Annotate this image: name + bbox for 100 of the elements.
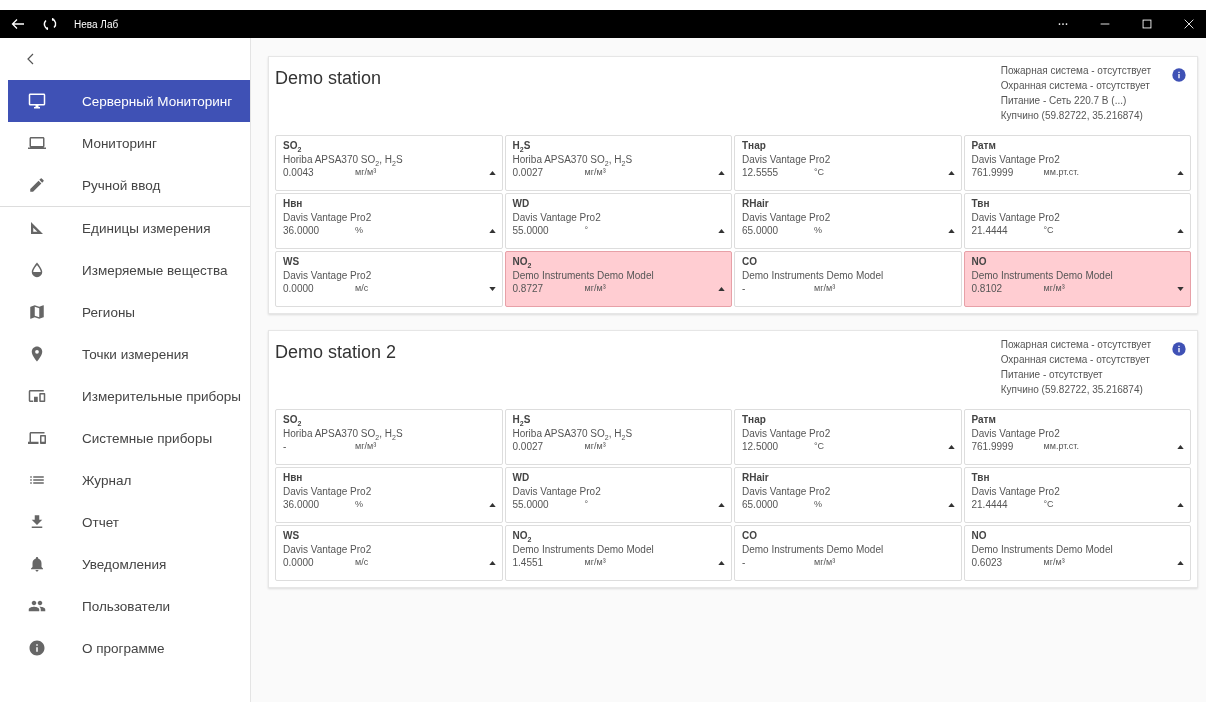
sidebar-item[interactable]: Журнал — [8, 459, 250, 501]
sensor-unit: мг/м³ — [584, 440, 606, 453]
sidebar-item[interactable]: Уведомления — [8, 543, 250, 585]
sensor-unit: м/с — [355, 556, 369, 569]
sidebar-item[interactable]: Мониторинг — [8, 122, 250, 164]
sensor-tile[interactable]: Тнар Davis Vantage Pro2 12.5000 °C — [734, 409, 962, 465]
triangle-up-icon — [488, 170, 496, 175]
device-name: Davis Vantage Pro2 — [742, 426, 831, 440]
triangle-up-icon — [947, 170, 955, 175]
sensor-unit: мг/м³ — [1043, 282, 1065, 295]
sensor-tile[interactable]: WD Davis Vantage Pro2 55.0000 ° — [504, 193, 732, 249]
sensor-tile[interactable]: RHair Davis Vantage Pro2 65.0000 % — [734, 467, 962, 523]
info-icon[interactable] — [1171, 341, 1187, 357]
sidebar-item[interactable]: Ручной ввод — [8, 164, 250, 206]
sidebar-item[interactable]: Отчет — [8, 501, 250, 543]
triangle-down-icon — [488, 286, 496, 291]
sensor-value: 65.0000 — [742, 224, 780, 238]
sensor-unit: °C — [1043, 224, 1054, 237]
triangle-up-icon — [488, 502, 496, 507]
device-name: Davis Vantage Pro2 — [742, 484, 831, 498]
sensor-name: CO — [742, 255, 757, 269]
sensor-tile[interactable]: CO Demo Instruments Demo Model - мг/м³ — [734, 525, 962, 581]
status-line: Пожарная система - отсутствует — [1000, 338, 1151, 352]
info-icon[interactable] — [1171, 67, 1187, 83]
sensor-tile[interactable]: NO$_{2}$ Demo Instruments Demo Model 0.8727 мг/м³ — [504, 251, 732, 307]
sensor-unit: % — [814, 498, 822, 511]
sensor-tile[interactable]: Твн Davis Vantage Pro2 21.4444 °C — [963, 467, 1191, 523]
sensor-tile[interactable]: WS Davis Vantage Pro2 0.0000 м/с — [275, 525, 503, 581]
sensor-value: 0.8727 — [512, 282, 545, 296]
sensor-tile[interactable]: NO Demo Instruments Demo Model 0.8102 мг/м³ — [963, 251, 1191, 307]
sensor-name: RHair — [742, 197, 769, 211]
sensor-value: 1.4551 — [512, 556, 545, 570]
sidebar-item[interactable]: Серверный Мониторинг — [8, 80, 250, 122]
maximize-icon[interactable] — [1140, 17, 1154, 31]
triangle-down-icon — [1177, 286, 1184, 291]
sensor-tile[interactable]: WS Davis Vantage Pro2 0.0000 м/с — [275, 251, 503, 307]
triangle-up-icon — [718, 228, 725, 233]
triangle-up-icon — [1177, 228, 1184, 233]
sensor-name: NO$_{2}$ — [512, 529, 532, 543]
sensor-tile[interactable]: Твн Davis Vantage Pro2 21.4444 °C — [963, 193, 1191, 249]
sensor-tile[interactable]: Тнар Davis Vantage Pro2 12.5555 °C — [734, 135, 962, 191]
sensor-name: Тнар — [742, 413, 766, 427]
sensor-unit: мг/м³ — [355, 440, 377, 453]
device-name: Horiba APSA370 SO$_{2}$, H$_{2}$S — [283, 426, 403, 440]
triangle-up-icon — [488, 560, 496, 565]
sidebar-item[interactable]: Единицы измерения — [8, 207, 250, 249]
status-line: Купчино (59.82722, 35.216874) — [1000, 383, 1144, 397]
status-line: Охранная система - отсутствует — [1000, 79, 1151, 93]
sidebar-item[interactable]: Регионы — [8, 291, 250, 333]
sensor-unit: % — [355, 498, 363, 511]
device-name: Davis Vantage Pro2 — [742, 210, 831, 224]
sensor-tile[interactable]: NO Demo Instruments Demo Model 0.6023 мг/м³ — [963, 525, 1191, 581]
sidebar-item[interactable]: Системные приборы — [8, 417, 250, 459]
sensor-tile[interactable]: NO$_{2}$ Demo Instruments Demo Model 1.4551 мг/м³ — [504, 525, 732, 581]
sensor-value: 21.4444 — [971, 498, 1009, 512]
sidebar-item[interactable]: О программе — [8, 627, 250, 669]
status-line: Питание - Сеть 220.7 В (...) — [1000, 94, 1128, 108]
sensor-tile[interactable]: Ратм Davis Vantage Pro2 761.9999 мм.рт.ст. — [963, 135, 1191, 191]
sidebar-item[interactable]: Пользователи — [8, 585, 250, 627]
sidebar-item[interactable]: Измеряемые вещества — [8, 249, 250, 291]
device-name: Davis Vantage Pro2 — [971, 210, 1060, 224]
triangle-up-icon — [1177, 170, 1184, 175]
sensor-tile[interactable]: H$_{2}$S Horiba APSA370 SO$_{2}$, H$_{2}$S 0.0027 мг/м³ — [504, 135, 732, 191]
refresh-icon[interactable] — [42, 16, 58, 32]
triangle-up-icon — [947, 228, 955, 233]
sensor-value: 55.0000 — [512, 224, 550, 238]
sensor-value: 21.4444 — [971, 224, 1009, 238]
sensor-tile[interactable]: CO Demo Instruments Demo Model - мг/м³ — [734, 251, 962, 307]
sensor-unit: м/с — [355, 282, 369, 295]
triangle-up-icon — [947, 502, 955, 507]
close-icon[interactable] — [1182, 17, 1196, 31]
sensor-unit: мг/м³ — [584, 166, 606, 179]
device-name: Horiba APSA370 SO$_{2}$, H$_{2}$S — [512, 152, 633, 166]
sensor-tile[interactable]: SO$_{2}$ Horiba APSA370 SO$_{2}$, H$_{2}$S 0.0043 мг/м³ — [275, 135, 503, 191]
sensor-tile[interactable]: SO$_{2}$ Horiba APSA370 SO$_{2}$, H$_{2}$S - мг/м³ — [275, 409, 503, 465]
device-name: Horiba APSA370 SO$_{2}$, H$_{2}$S — [283, 152, 403, 166]
sensor-value: 0.8102 — [971, 282, 1004, 296]
sensor-tile[interactable]: WD Davis Vantage Pro2 55.0000 ° — [504, 467, 732, 523]
sidebar-item[interactable]: Измерительные приборы — [8, 375, 250, 417]
sensor-tile[interactable]: H$_{2}$S Horiba APSA370 SO$_{2}$, H$_{2}$S 0.0027 мг/м³ — [504, 409, 732, 465]
sensor-value: - — [742, 556, 747, 570]
chevron-left-icon[interactable] — [26, 52, 36, 66]
monitor-icon — [28, 92, 46, 110]
sidebar-item[interactable]: Точки измерения — [8, 333, 250, 375]
sensor-tile[interactable]: RHair Davis Vantage Pro2 65.0000 % — [734, 193, 962, 249]
sensor-value: 55.0000 — [512, 498, 550, 512]
back-icon[interactable] — [10, 16, 26, 32]
sensor-tile[interactable]: Нвн Davis Vantage Pro2 36.0000 % — [275, 467, 503, 523]
sensor-tile[interactable]: Ратм Davis Vantage Pro2 761.9999 мм.рт.ст. — [963, 409, 1191, 465]
sensor-name: SO$_{2}$ — [283, 139, 302, 153]
sensor-value: 0.0000 — [283, 282, 315, 296]
devices-icon — [28, 429, 46, 447]
sensor-unit: мг/м³ — [814, 556, 836, 569]
sensor-name: NO — [971, 255, 987, 269]
sensor-name: Твн — [971, 471, 990, 485]
sensor-name: H$_{2}$S — [512, 413, 531, 427]
device-name: Demo Instruments Demo Model — [971, 268, 1113, 282]
sensor-unit: % — [355, 224, 363, 237]
sensor-name: Твн — [971, 197, 990, 211]
sensor-tile[interactable]: Нвн Davis Vantage Pro2 36.0000 % — [275, 193, 503, 249]
